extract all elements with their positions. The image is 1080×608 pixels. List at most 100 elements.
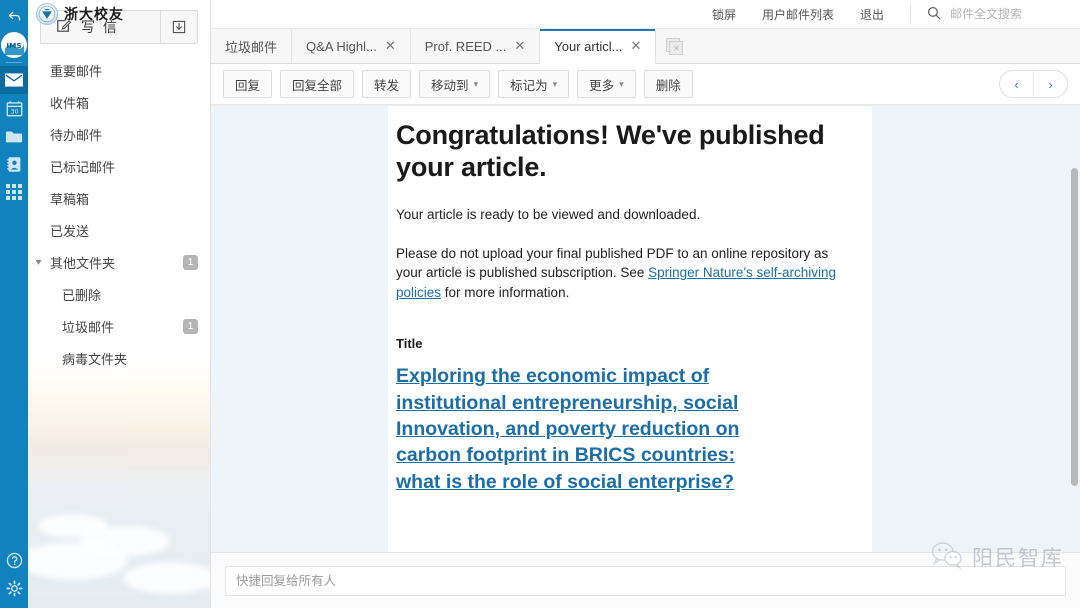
mail-icon[interactable] (0, 66, 28, 94)
email-paragraph-2: Please do not upload your final publishe… (396, 244, 848, 303)
close-icon[interactable]: ✕ (514, 38, 525, 54)
header-link-logout[interactable]: 退出 (860, 6, 884, 23)
rail-divider (6, 62, 22, 63)
tab-label: Prof. REED ... (424, 38, 507, 54)
folder-item-sent[interactable]: 已发送 (28, 214, 210, 246)
tab-your-article[interactable]: Your articl... ✕ (540, 29, 657, 64)
delete-button[interactable]: 删除 (643, 70, 693, 98)
forward-button[interactable]: 转发 (362, 70, 412, 98)
tab-label: Your articl... (554, 38, 623, 54)
close-all-tabs-button[interactable]: ✕ (656, 29, 692, 63)
tab-junk-mail[interactable]: 垃圾邮件 (211, 29, 293, 63)
chevron-down-icon: ▾ (552, 78, 558, 89)
search-input[interactable] (948, 6, 1072, 22)
header-link-user-mail-list[interactable]: 用户邮件列表 (762, 6, 834, 23)
receive-mail-button[interactable] (161, 11, 197, 43)
top-header-bar: 锁屏 用户邮件列表 退出 (211, 0, 1080, 29)
forward-label: 转发 (374, 78, 400, 93)
global-search[interactable] (910, 5, 1072, 23)
receive-download-icon (172, 20, 186, 34)
folder-label: 待办邮件 (50, 127, 103, 143)
folder-label: 收件箱 (50, 95, 90, 111)
message-right-gutter (872, 106, 1080, 552)
brand-logo[interactable]: 浙大校友 (36, 0, 124, 28)
folder-label: 其他文件夹 (50, 255, 116, 271)
contacts-icon[interactable] (0, 150, 28, 178)
message-left-gutter (211, 106, 388, 552)
folder-label: 垃圾邮件 (62, 319, 115, 335)
folder-item-inbox[interactable]: 收件箱 (28, 86, 210, 118)
tab-label: 垃圾邮件 (225, 39, 278, 55)
chevron-down-icon[interactable]: ▾ (35, 257, 41, 268)
folder-label: 病毒文件夹 (62, 351, 128, 367)
mark-as-label: 标记为 (510, 78, 548, 93)
apps-grid-glyph (6, 184, 22, 200)
svg-text:IMS: IMS (6, 41, 21, 50)
mail-app-window: IMS 30 写 信 重要邮件 收件箱 待办邮件 已标记邮件 草稿箱 已发送 ▾… (0, 0, 1080, 608)
back-icon[interactable] (0, 0, 28, 30)
move-to-button[interactable]: 移动到 ▾ (419, 70, 491, 98)
unread-badge: 1 (183, 254, 198, 270)
sidebar-background-image (28, 363, 210, 608)
title-label: Title (396, 336, 423, 352)
article-title-link[interactable]: Exploring the economic impact of institu… (396, 363, 761, 495)
email-content: Congratulations! We've published your ar… (388, 106, 872, 552)
brand-name: 浙大校友 (64, 7, 124, 23)
reply-button[interactable]: 回复 (223, 70, 273, 98)
mark-as-button[interactable]: 标记为 ▾ (498, 70, 570, 98)
tab-qa-highlight[interactable]: Q&A Highl... ✕ (292, 29, 411, 63)
message-body-area: Congratulations! We've published your ar… (211, 105, 1080, 552)
sidebar-content: 写 信 重要邮件 收件箱 待办邮件 已标记邮件 草稿箱 已发送 ▾ 其他文件夹 … (28, 10, 210, 374)
folder-label: 已删除 (62, 287, 102, 303)
folder-item-important[interactable]: 重要邮件 (28, 54, 210, 86)
folder-label: 已发送 (50, 223, 90, 239)
chevron-down-icon: ▾ (473, 78, 479, 89)
folder-item-virus[interactable]: 病毒文件夹 (28, 342, 210, 374)
main-column: 锁屏 用户邮件列表 退出 垃圾邮件 Q&A Highl... ✕ (211, 0, 1080, 608)
folder-sidebar: 写 信 重要邮件 收件箱 待办邮件 已标记邮件 草稿箱 已发送 ▾ 其他文件夹 … (28, 0, 211, 608)
prev-message-button[interactable]: ‹ (1000, 71, 1034, 97)
more-label: 更多 (589, 78, 615, 93)
reply-label: 回复 (235, 78, 261, 93)
folder-item-other-folders[interactable]: ▾ 其他文件夹 1 (28, 246, 210, 278)
calendar-day-label: 30 (10, 107, 18, 115)
help-icon[interactable] (0, 546, 28, 574)
chevron-down-icon: ▾ (619, 78, 624, 89)
apps-grid-icon[interactable] (0, 178, 28, 206)
folder-item-flagged[interactable]: 已标记邮件 (28, 150, 210, 182)
folder-list: 重要邮件 收件箱 待办邮件 已标记邮件 草稿箱 已发送 ▾ 其他文件夹 1 已删… (28, 54, 210, 374)
left-icon-rail: IMS 30 (0, 0, 28, 608)
email-heading: Congratulations! We've published your ar… (396, 120, 825, 182)
message-toolbar: 回复 回复全部 转发 移动到 ▾ 标记为 ▾ 更多 ▾ 删除 ‹ › (211, 64, 1080, 105)
tab-label: Q&A Highl... (306, 38, 377, 54)
close-icon[interactable]: ✕ (385, 38, 396, 54)
email-paragraph-2-after: for more information. (441, 284, 570, 300)
tab-bar: 垃圾邮件 Q&A Highl... ✕ Prof. REED ... ✕ You… (211, 29, 1080, 64)
rail-bottom-group (0, 546, 28, 602)
folder-item-junk[interactable]: 垃圾邮件 1 (28, 310, 210, 342)
search-icon (927, 6, 941, 23)
reply-all-button[interactable]: 回复全部 (280, 70, 355, 98)
folder-label: 重要邮件 (50, 63, 103, 79)
folder-item-deleted[interactable]: 已删除 (28, 278, 210, 310)
header-link-lock[interactable]: 锁屏 (712, 6, 736, 23)
message-scrollbar[interactable] (1071, 168, 1078, 486)
quick-reply-input[interactable] (225, 565, 1066, 596)
zju-emblem-icon (36, 3, 58, 25)
next-message-button[interactable]: › (1034, 71, 1067, 97)
folder-label: 草稿箱 (50, 191, 90, 207)
delete-label: 删除 (655, 78, 681, 93)
calendar-icon[interactable]: 30 (0, 94, 28, 122)
tab-prof-reed[interactable]: Prof. REED ... ✕ (410, 29, 541, 63)
more-button[interactable]: 更多 ▾ (577, 70, 636, 98)
settings-gear-icon[interactable] (0, 574, 28, 602)
folder-icon[interactable] (0, 122, 28, 150)
unread-badge: 1 (183, 318, 198, 334)
quick-reply-bar (211, 552, 1080, 608)
app-logo-icon[interactable]: IMS (1, 32, 27, 58)
folder-label: 已标记邮件 (50, 159, 116, 175)
folder-item-todo[interactable]: 待办邮件 (28, 118, 210, 150)
reply-all-label: 回复全部 (292, 78, 343, 93)
folder-item-drafts[interactable]: 草稿箱 (28, 182, 210, 214)
close-icon[interactable]: ✕ (630, 38, 641, 54)
